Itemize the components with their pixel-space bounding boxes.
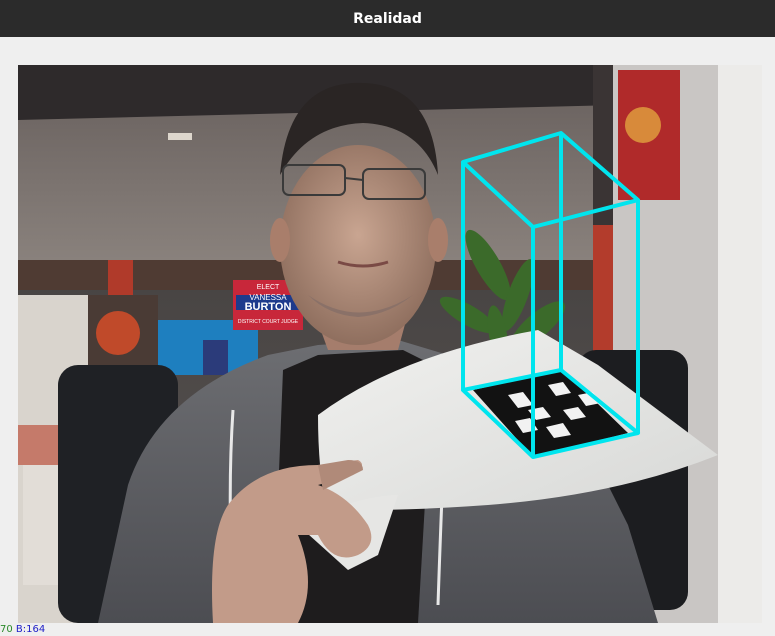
ceiling-lamp (168, 133, 192, 140)
window-title: Realidad (353, 10, 422, 27)
window-titlebar: Realidad (0, 0, 775, 37)
poster-line-1: ELECT (257, 284, 280, 291)
camera-frame: ELECT VANESSA BURTON DISTRICT COURT JUDG… (18, 65, 762, 623)
poster-line-3: BURTON (245, 301, 292, 313)
camera-view[interactable]: ELECT VANESSA BURTON DISTRICT COURT JUDG… (18, 65, 762, 623)
sign-circle (96, 311, 140, 355)
green-value: 70 (0, 624, 13, 635)
blue-value: B:164 (15, 624, 46, 635)
poster-line-4: DISTRICT COURT JUDGE (238, 319, 299, 325)
pixel-readout: 70 B:164 (0, 624, 775, 636)
